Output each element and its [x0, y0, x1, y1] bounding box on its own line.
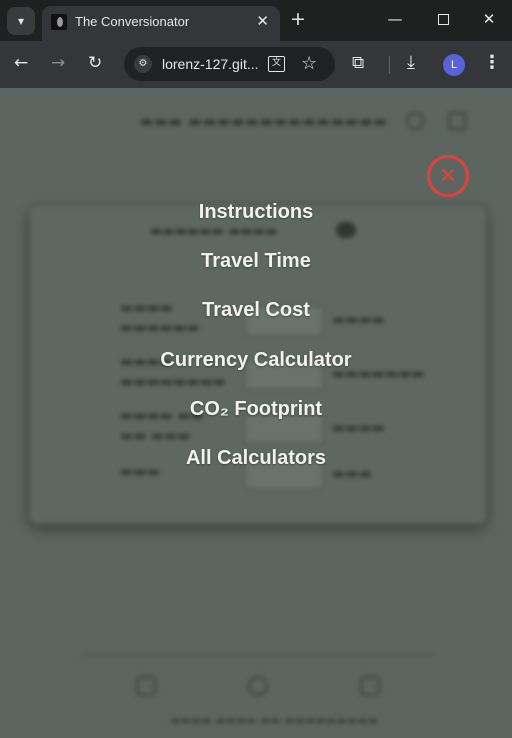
menu-item-all-calculators[interactable]: All Calculators	[0, 447, 512, 470]
menu-item-instructions[interactable]: Instructions	[0, 201, 512, 224]
toolbar-divider	[389, 56, 390, 74]
card-title-blurred: ▬▬▬▬▬▬ ▬▬▬▬	[150, 224, 278, 239]
favicon-icon	[51, 14, 67, 30]
footer-divider	[80, 654, 436, 655]
footer-text-blurred: ▬▬▬▬ ▬▬▬▬ ▬▬ ▬▬▬▬▬▬▬▬▬	[170, 714, 378, 727]
social-icon-3	[360, 676, 380, 696]
tab-search-icon[interactable]: ▾	[7, 7, 35, 35]
forward-icon[interactable]: →	[51, 53, 65, 73]
minimize-icon[interactable]: —	[385, 9, 405, 29]
site-info-icon[interactable]: ⚙	[134, 55, 152, 73]
avatar[interactable]: L	[443, 54, 465, 76]
menu-item-currency-calculator[interactable]: Currency Calculator	[0, 349, 512, 372]
close-menu-button[interactable]: ✕	[427, 155, 469, 197]
site-title-blurred: ▬▬▬ ▬▬▬▬▬▬▬▬▬▬▬▬▬▬	[140, 114, 388, 130]
back-icon[interactable]: ←	[14, 53, 28, 73]
theme-icon	[406, 112, 424, 130]
card-badge	[336, 222, 356, 238]
window-close-icon[interactable]: ✕	[479, 9, 499, 29]
maximize-icon[interactable]	[438, 14, 449, 25]
tab-title: The Conversionator	[75, 14, 190, 29]
browser-tab-bar: ▾ The Conversionator ✕ + — ✕	[0, 0, 512, 41]
hamburger-icon	[448, 112, 466, 130]
url-text[interactable]: lorenz-127.git...	[162, 56, 259, 72]
field-unit-3: ▬▬▬▬	[332, 420, 385, 436]
translate-icon[interactable]: 文	[268, 56, 285, 72]
social-icon-1	[136, 676, 156, 696]
menu-item-travel-time[interactable]: Travel Time	[0, 250, 512, 273]
close-icon[interactable]: ✕	[256, 12, 269, 30]
download-icon[interactable]: ⤓	[407, 52, 415, 73]
menu-item-co2-footprint[interactable]: CO₂ Footprint	[0, 398, 512, 421]
kebab-menu-icon[interactable]: ⋮	[483, 52, 501, 73]
star-icon[interactable]: ☆	[301, 53, 317, 74]
social-icon-2	[248, 676, 268, 696]
browser-tab[interactable]: The Conversionator ✕	[42, 6, 280, 41]
extensions-icon[interactable]: ⧉	[352, 53, 364, 73]
menu-item-travel-cost[interactable]: Travel Cost	[0, 299, 512, 322]
reload-icon[interactable]: ↻	[88, 53, 102, 73]
browser-toolbar: ← → ↻ ⚙ lorenz-127.git... 文 ☆ ⧉ ⤓ L ⋮	[0, 41, 512, 88]
plus-icon[interactable]: +	[290, 9, 306, 29]
address-bar[interactable]: ⚙ lorenz-127.git... 文 ☆	[124, 47, 335, 81]
